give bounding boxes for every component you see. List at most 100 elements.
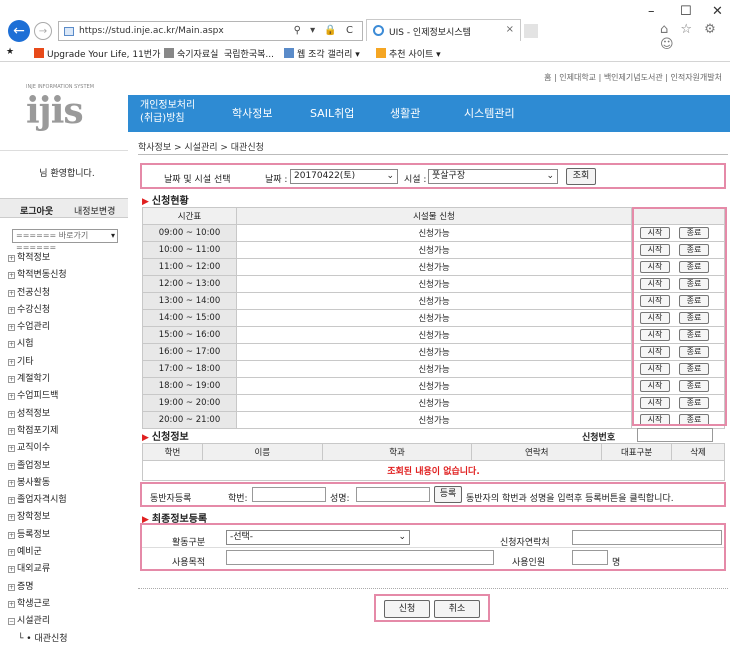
status-cell: 신청가능	[236, 360, 632, 378]
time-cell: 11:00 ~ 12:00	[142, 258, 237, 276]
page-icon	[64, 27, 74, 36]
status-cell: 신청가능	[236, 309, 632, 327]
col-header: 연락처	[471, 443, 603, 461]
close-tab-icon[interactable]: ×	[506, 24, 514, 35]
address-bar-icons[interactable]: ⚲ ▾ 🔒 C	[294, 25, 356, 36]
side-menu-item[interactable]: + 봉사활동	[8, 475, 128, 492]
side-menu-item[interactable]: + 증명	[8, 579, 128, 596]
schedule-section-title: ▶ 신청현황	[142, 196, 189, 207]
side-menu-item[interactable]: + 기타	[8, 354, 128, 371]
side-menu-item[interactable]: + 예비군	[8, 544, 128, 561]
side-menu-item[interactable]: + 졸업자격시험	[8, 492, 128, 509]
status-cell: 신청가능	[236, 394, 632, 412]
browser-tab[interactable]: UIS - 인제정보시스템 ×	[366, 19, 521, 41]
button-column-highlight	[632, 207, 727, 426]
purpose-input[interactable]	[226, 550, 494, 565]
expand-icon: +	[8, 376, 15, 384]
side-menu-item[interactable]: + 졸업정보	[8, 458, 128, 475]
favicon	[34, 48, 44, 58]
logo[interactable]: INJE INFORMATION SYSTEM ijis	[20, 84, 115, 132]
side-menu-item[interactable]: + 수업관리	[8, 319, 128, 336]
companion-id-label: 학번:	[228, 494, 248, 504]
companion-name-input[interactable]	[356, 487, 430, 502]
side-menu-item[interactable]: + 학적정보	[8, 250, 128, 267]
search-button[interactable]: 조회	[566, 168, 596, 185]
register-button[interactable]: 등록	[434, 486, 462, 503]
companion-id-input[interactable]	[252, 487, 326, 502]
application-table: 학번 이름 학과 연락처 대표구분 삭제 조회된 내용이 없습니다.	[142, 443, 725, 481]
nav-dormitory[interactable]: 생활관	[390, 105, 420, 121]
time-cell: 19:00 ~ 20:00	[142, 394, 237, 412]
time-cell: 16:00 ~ 17:00	[142, 343, 237, 361]
favorite-item[interactable]: 추천 사이트 ▾	[376, 47, 441, 60]
back-button[interactable]: ←	[8, 20, 30, 42]
favorite-item[interactable]: Upgrade Your Life, 11번가	[34, 47, 160, 60]
status-cell: 신청가능	[236, 326, 632, 344]
side-menu-item[interactable]: + 장학정보	[8, 509, 128, 526]
side-menu-item[interactable]: + 대외교류	[8, 561, 128, 578]
empty-message: 조회된 내용이 없습니다.	[142, 460, 725, 481]
expand-icon: +	[8, 600, 15, 608]
nav-system-admin[interactable]: 시스템관리	[464, 105, 515, 121]
side-menu-item[interactable]: + 성적정보	[8, 406, 128, 423]
quick-link-select[interactable]: ====== 바로가기 ====== ▾	[12, 229, 118, 252]
my-info-button[interactable]: 내정보변경	[74, 204, 115, 217]
divider	[142, 547, 724, 548]
address-bar[interactable]: https://stud.inje.ac.kr/Main.aspx ⚲ ▾ 🔒 …	[58, 21, 363, 41]
collapse-icon: −	[8, 618, 15, 626]
side-menu-item[interactable]: + 학생근로	[8, 596, 128, 613]
status-cell: 신청가능	[236, 275, 632, 293]
side-menu-item[interactable]: − 시설관리	[8, 613, 128, 630]
time-cell: 12:00 ~ 13:00	[142, 275, 237, 293]
col-header-time: 시간표	[142, 207, 237, 225]
activity-label: 활동구분	[172, 538, 206, 548]
status-cell: 신청가능	[236, 343, 632, 361]
favorite-item[interactable]: 국립한국복...	[224, 47, 274, 60]
date-select[interactable]: 20170422(토) ⌄	[290, 169, 398, 184]
side-menu-subitem[interactable]: └ • 대관신청	[8, 631, 128, 648]
application-number-field[interactable]	[637, 428, 713, 442]
side-menu-item[interactable]: + 시험	[8, 336, 128, 353]
triangle-icon: ▶	[142, 433, 149, 443]
side-menu-item[interactable]: + 학적변동신청	[8, 267, 128, 284]
expand-icon: +	[8, 549, 15, 557]
nav-privacy-policy[interactable]: 개인정보처리 (취급)방침	[140, 99, 195, 125]
logout-button[interactable]: 로그아웃	[20, 204, 53, 217]
companion-label: 동반자등록	[150, 494, 192, 504]
favorites-star-icon[interactable]: ★	[6, 47, 14, 57]
people-input[interactable]	[572, 550, 608, 565]
side-menu: + 학적정보 + 학적변동신청 + 전공신청 + 수강신청 + 수업관리 + 시험 + 기타 + 계절학기 + 수…	[8, 250, 128, 648]
favorite-item[interactable]: 숙기자료실	[164, 47, 218, 60]
submit-button[interactable]: 신청	[384, 600, 430, 618]
maximize-button[interactable]: ☐	[680, 4, 692, 19]
facility-select[interactable]: 풋살구장 ⌄	[428, 169, 558, 184]
top-links[interactable]: 홈 | 인제대학교 | 백인제기념도서관 | 인적자원개발처	[544, 72, 722, 83]
side-menu-item[interactable]: + 전공신청	[8, 285, 128, 302]
minimize-button[interactable]: –	[648, 4, 655, 19]
close-window-button[interactable]: ✕	[712, 4, 723, 19]
side-menu-item[interactable]: + 교직이수	[8, 440, 128, 457]
col-header: 학과	[321, 443, 473, 461]
expand-icon: +	[8, 272, 15, 280]
favorite-item[interactable]: 웹 조각 갤러리 ▾	[284, 47, 360, 60]
expand-icon: +	[8, 306, 15, 314]
side-menu-item[interactable]: + 등록정보	[8, 527, 128, 544]
facility-label: 시설 :	[404, 175, 427, 185]
forward-button[interactable]: →	[34, 22, 52, 40]
side-menu-item[interactable]: + 수업피드백	[8, 388, 128, 405]
triangle-icon: ▶	[142, 197, 149, 207]
activity-select[interactable]: -선택- ⌄	[226, 530, 410, 545]
side-menu-item[interactable]: + 수강신청	[8, 302, 128, 319]
new-tab-button[interactable]	[524, 24, 538, 38]
col-header: 이름	[201, 443, 323, 461]
nav-academic[interactable]: 학사정보	[232, 105, 272, 121]
side-menu-item[interactable]: + 계절학기	[8, 371, 128, 388]
divider	[0, 150, 128, 151]
side-menu-item[interactable]: + 학점포기제	[8, 423, 128, 440]
tree-branch-icon: └ •	[18, 633, 35, 644]
cancel-button[interactable]: 취소	[434, 600, 480, 618]
expand-icon: +	[8, 255, 15, 262]
status-cell: 신청가능	[236, 377, 632, 395]
nav-sail-job[interactable]: SAIL취업	[310, 105, 354, 121]
contact-input[interactable]	[572, 530, 722, 545]
